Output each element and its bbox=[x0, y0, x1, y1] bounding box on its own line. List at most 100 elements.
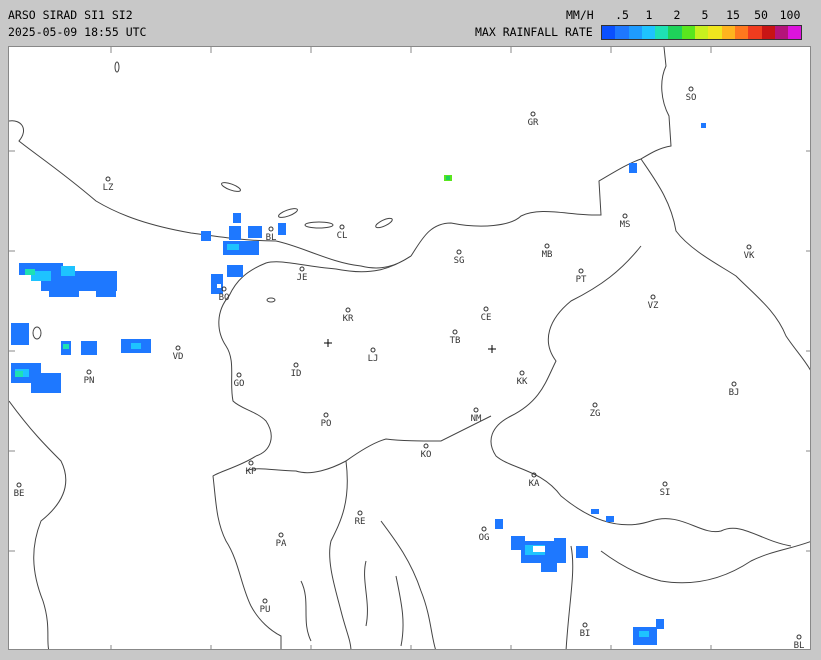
scale-tick: .5 bbox=[615, 8, 629, 22]
city-label-je: JE bbox=[297, 273, 308, 283]
city-label-ko: KO bbox=[421, 450, 432, 460]
slovenia-north-border bbox=[410, 47, 672, 257]
city-marker bbox=[86, 369, 92, 375]
city-label-bl: BL bbox=[266, 233, 277, 243]
city-label-be: BE bbox=[14, 489, 25, 499]
city-label-bi: BI bbox=[580, 629, 591, 639]
city-label-bo: BO bbox=[219, 293, 230, 303]
scale-tick: 5 bbox=[701, 8, 709, 22]
city-label-gr: GR bbox=[528, 118, 539, 128]
lakes bbox=[32, 61, 393, 340]
kvarner-coast bbox=[329, 460, 352, 649]
scale-swatch bbox=[788, 26, 802, 39]
city-marker bbox=[293, 362, 299, 368]
city-label-pa: PA bbox=[276, 539, 287, 549]
scale-swatch bbox=[695, 26, 709, 39]
city-marker bbox=[592, 402, 598, 408]
city-label-kr: KR bbox=[343, 314, 354, 324]
city-label-ka: KA bbox=[529, 479, 540, 489]
rain-echoes bbox=[11, 123, 706, 645]
city-marker bbox=[650, 294, 656, 300]
city-marker bbox=[688, 86, 694, 92]
sava-region bbox=[565, 545, 574, 649]
city-marker bbox=[248, 460, 254, 466]
city-label-lz: LZ bbox=[103, 183, 114, 193]
city-label-si: SI bbox=[660, 488, 671, 498]
city-label-bl: BL bbox=[794, 641, 805, 650]
city-label-cl: CL bbox=[337, 231, 348, 241]
city-label-vk: VK bbox=[744, 251, 755, 261]
city-marker bbox=[481, 526, 487, 532]
city-label-sg: SG bbox=[454, 256, 465, 266]
scale-swatch bbox=[655, 26, 669, 39]
city-label-so: SO bbox=[686, 93, 697, 103]
city-label-po: PO bbox=[321, 419, 332, 429]
city-label-nm: NM bbox=[471, 414, 482, 424]
slovenia-south-border bbox=[245, 415, 492, 474]
map-canvas: GR SO LZ CL BL MB MS VK JE SG PT KR CE VZ BO TB LJ VD PN ID… bbox=[9, 47, 810, 650]
city-label-og: OG bbox=[479, 533, 490, 543]
city-marker bbox=[731, 381, 737, 387]
scale-swatch bbox=[761, 26, 775, 39]
scale-swatch bbox=[681, 26, 696, 39]
scale-swatch bbox=[628, 26, 642, 39]
city-label-kk: KK bbox=[517, 377, 528, 387]
city-marker bbox=[582, 622, 588, 628]
units-label: MM/H bbox=[566, 8, 594, 22]
scale-tick: 50 bbox=[754, 8, 768, 22]
city-marker bbox=[323, 412, 329, 418]
city-marker bbox=[339, 224, 345, 230]
austria-italy-border bbox=[9, 120, 412, 269]
city-marker bbox=[268, 226, 274, 232]
scale-swatch bbox=[602, 26, 616, 39]
city-label-re: RE bbox=[355, 517, 366, 527]
city-label-vd: VD bbox=[173, 352, 184, 362]
scale-swatch bbox=[734, 26, 749, 39]
croatia-coast-east bbox=[380, 520, 436, 649]
city-label-zg: ZG bbox=[590, 409, 601, 419]
city-marker bbox=[452, 329, 458, 335]
city-marker bbox=[357, 510, 363, 516]
city-marker bbox=[519, 370, 525, 376]
city-markers: GR SO LZ CL BL MB MS VK JE SG PT KR CE VZ BO TB LJ VD PN ID… bbox=[14, 86, 805, 650]
city-marker bbox=[530, 111, 536, 117]
city-marker bbox=[456, 249, 462, 255]
city-label-ce: CE bbox=[481, 313, 492, 323]
city-label-pt: PT bbox=[576, 275, 587, 285]
city-marker bbox=[473, 407, 479, 413]
scale-tick: 15 bbox=[726, 8, 740, 22]
color-scale-bar bbox=[601, 25, 803, 40]
city-label-pn: PN bbox=[84, 376, 95, 386]
islands bbox=[300, 560, 404, 647]
rate-label: MAX RAINFALL RATE bbox=[475, 25, 593, 39]
radar-sites bbox=[324, 339, 496, 353]
slovenia-west-border bbox=[218, 255, 412, 457]
scale-swatch bbox=[641, 26, 656, 39]
city-marker bbox=[16, 482, 22, 488]
city-marker bbox=[544, 243, 550, 249]
scale-swatch bbox=[774, 26, 789, 39]
city-marker bbox=[578, 268, 584, 274]
city-marker bbox=[262, 598, 268, 604]
scale-tick: 2 bbox=[673, 8, 681, 22]
istria-coast bbox=[212, 455, 282, 649]
scale-tick: 1 bbox=[645, 8, 653, 22]
city-marker bbox=[483, 306, 489, 312]
city-label-lj: LJ bbox=[368, 354, 379, 364]
city-label-vz: VZ bbox=[648, 301, 659, 311]
city-label-tb: TB bbox=[450, 336, 461, 346]
scale-swatch bbox=[708, 26, 722, 39]
city-marker bbox=[746, 244, 752, 250]
city-label-pu: PU bbox=[260, 605, 271, 615]
scale-swatch bbox=[668, 26, 682, 39]
city-marker bbox=[299, 266, 305, 272]
adriatic-coast bbox=[9, 400, 67, 649]
city-marker bbox=[662, 481, 668, 487]
city-marker bbox=[370, 347, 376, 353]
city-marker bbox=[236, 372, 242, 378]
city-label-bj: BJ bbox=[729, 388, 740, 398]
city-marker bbox=[278, 532, 284, 538]
city-marker bbox=[345, 307, 351, 313]
city-marker bbox=[105, 176, 111, 182]
city-label-ms: MS bbox=[620, 220, 631, 230]
